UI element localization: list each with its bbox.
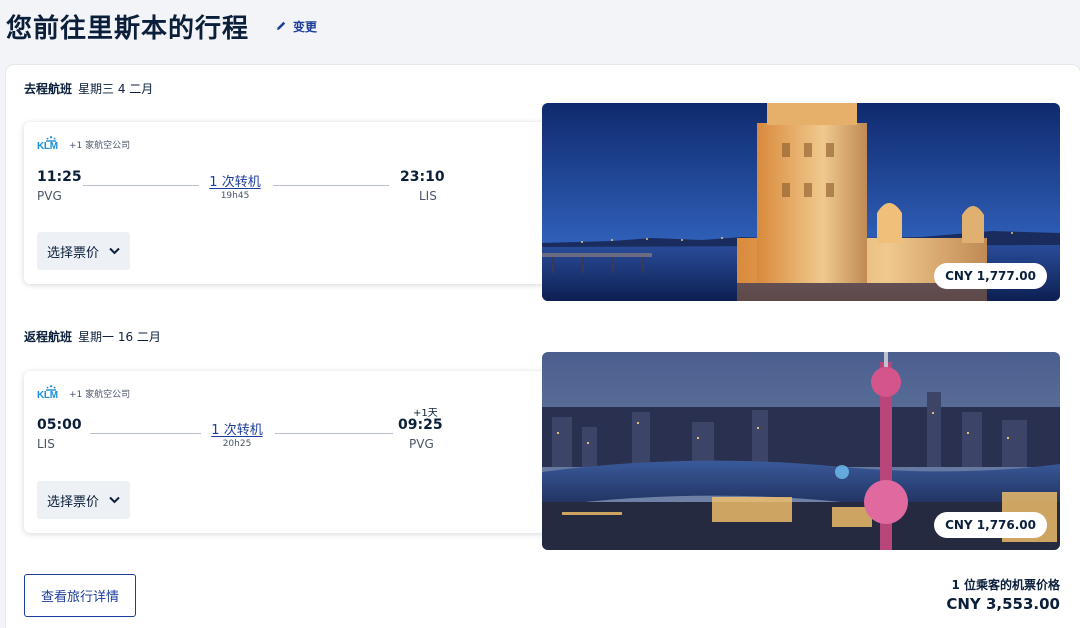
arrive-airport: PVG [409,437,434,451]
duration: 19h45 [220,191,250,201]
page-header: 您前往里斯本的行程 变更 [6,6,317,46]
airline-name: KLM [37,390,58,401]
airline-name: KLM [37,141,58,152]
edit-label: 变更 [293,19,318,34]
return-flight-card[interactable]: KLM +1 家航空公司 05:00 LIS 1 次转机 20h25 +1天 0… [24,371,554,533]
select-fare-button[interactable]: 选择票价 [37,481,130,519]
arrive-time: 09:25 [398,417,443,433]
arrive-time: 23:10 [400,169,445,185]
return-price-badge: CNY 1,776.00 [934,512,1047,538]
edit-trip-link[interactable]: 变更 [275,18,317,35]
duration: 20h25 [222,439,252,449]
page-title: 您前往里斯本的行程 [6,13,250,44]
destination-photo-shanghai: CNY 1,776.00 [542,352,1060,550]
route-line-right [273,185,389,186]
route-line-left [90,433,201,434]
pencil-icon [277,21,286,30]
outbound-price-badge: CNY 1,777.00 [934,263,1047,289]
chevron-down-icon [109,247,120,255]
total-price-label: 1 位乘客的机票价格 [951,578,1060,592]
depart-time: 11:25 [37,169,82,185]
route-line-right [275,433,393,434]
stops-link[interactable]: 1 次转机 [195,171,275,190]
depart-airport: PVG [37,189,62,203]
fare-button-label: 选择票价 [46,245,99,261]
arrive-airport: LIS [419,189,437,203]
destination-photo-lisbon: CNY 1,777.00 [542,103,1060,301]
route-line-left [83,185,199,186]
outbound-date: 星期三 4 二月 [78,82,154,96]
fare-button-label: 选择票价 [46,494,99,510]
return-date: 星期一 16 二月 [78,330,161,344]
return-label: 返程航班 [24,330,73,344]
outbound-flight-card[interactable]: KLM +1 家航空公司 11:25 PVG 1 次转机 19h45 23:10… [24,122,554,284]
chevron-down-icon [109,496,120,504]
itinerary-card: 去程航班 星期三 4 二月 KLM +1 家航空公司 11:25 PVG 1 次转… [6,65,1080,628]
carrier-extra: +1 家航空公司 [69,390,131,400]
depart-airport: LIS [37,437,55,451]
view-trip-details-button[interactable]: 查看旅行详情 [24,574,136,617]
carrier-extra: +1 家航空公司 [69,141,131,151]
airline-row: KLM +1 家航空公司 [37,136,130,152]
outbound-label: 去程航班 [24,82,73,96]
stops-link[interactable]: 1 次转机 [197,419,277,438]
return-section-label: 返程航班 星期一 16 二月 [24,328,161,345]
klm-logo: KLM [37,136,65,152]
total-price: CNY 3,553.00 [946,595,1060,613]
select-fare-button[interactable]: 选择票价 [37,232,130,270]
airline-row: KLM +1 家航空公司 [37,385,130,401]
outbound-section-label: 去程航班 星期三 4 二月 [24,80,153,97]
klm-logo: KLM [37,385,65,401]
depart-time: 05:00 [37,417,82,433]
